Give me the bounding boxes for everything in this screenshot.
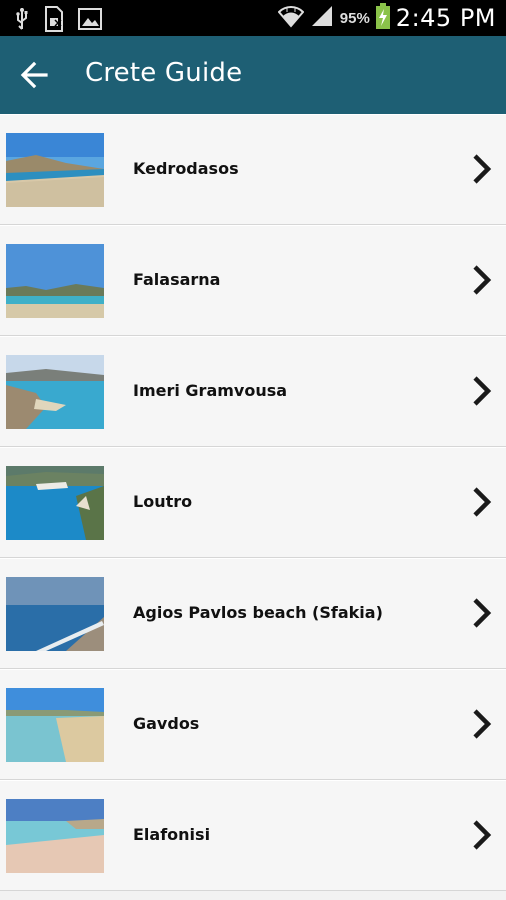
thumbnail-image bbox=[6, 355, 104, 429]
sim-icon bbox=[44, 6, 64, 37]
chevron-right-icon bbox=[470, 707, 494, 741]
signal-icon bbox=[310, 4, 334, 33]
arrow-left-icon bbox=[20, 61, 60, 96]
status-bar: 95% 2:45 PM bbox=[0, 0, 506, 36]
list-item[interactable]: Elafonisi bbox=[0, 780, 506, 891]
thumbnail-image bbox=[6, 688, 104, 762]
clock-time: 2:45 PM bbox=[395, 4, 496, 32]
back-button[interactable] bbox=[20, 58, 60, 92]
list-item-label: Falasarna bbox=[133, 270, 221, 289]
chevron-right-icon bbox=[470, 263, 494, 297]
list-item[interactable]: Gavdos bbox=[0, 669, 506, 780]
list-item-label: Kedrodasos bbox=[133, 159, 239, 178]
list-item[interactable]: Falasarna bbox=[0, 225, 506, 336]
image-icon bbox=[78, 8, 102, 35]
page-title: Crete Guide bbox=[85, 58, 243, 88]
list-item[interactable]: Loutro bbox=[0, 447, 506, 558]
chevron-right-icon bbox=[470, 596, 494, 630]
chevron-right-icon bbox=[470, 818, 494, 852]
list-item-label: Imeri Gramvousa bbox=[133, 381, 288, 400]
usb-icon bbox=[14, 7, 30, 36]
list-item-label: Agios Pavlos beach (Sfakia) bbox=[133, 603, 383, 622]
thumbnail-image bbox=[6, 577, 104, 651]
notification-icons bbox=[14, 6, 102, 37]
chevron-right-icon bbox=[470, 152, 494, 186]
chevron-right-icon bbox=[470, 485, 494, 519]
list-item[interactable]: Imeri Gramvousa bbox=[0, 336, 506, 447]
list-item-label: Loutro bbox=[133, 492, 193, 511]
chevron-right-icon bbox=[470, 374, 494, 408]
list-item-label: Elafonisi bbox=[133, 825, 211, 844]
wifi-icon bbox=[277, 4, 305, 33]
battery-charging-icon bbox=[375, 2, 390, 34]
thumbnail-image bbox=[6, 799, 104, 873]
thumbnail-image bbox=[6, 244, 104, 318]
list-item[interactable]: Kedrodasos bbox=[0, 114, 506, 225]
list-item-label: Gavdos bbox=[133, 714, 200, 733]
app-bar: Crete Guide bbox=[0, 36, 506, 114]
thumbnail-image bbox=[6, 466, 104, 540]
thumbnail-image bbox=[6, 133, 104, 207]
beach-list: Kedrodasos Falasarna Imeri Gramvousa Lou… bbox=[0, 114, 506, 891]
list-item[interactable]: Agios Pavlos beach (Sfakia) bbox=[0, 558, 506, 669]
battery-percent: 95% bbox=[339, 9, 370, 27]
